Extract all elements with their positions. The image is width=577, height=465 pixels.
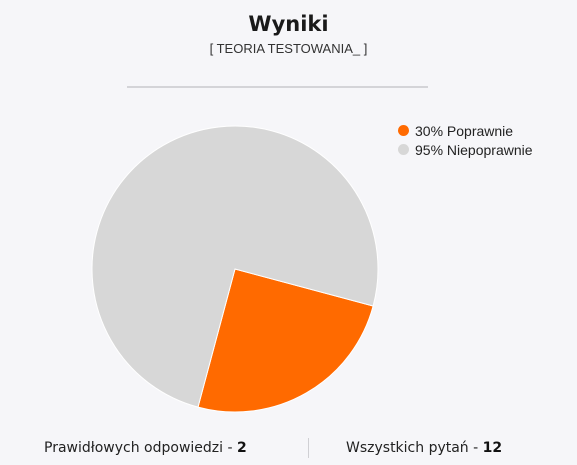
legend-item-correct[interactable]: 30% Poprawnie <box>398 121 533 140</box>
correct-answers-stat: Prawidłowych odpowiedzi - 2 <box>44 440 247 456</box>
pie-slices <box>91 125 379 413</box>
results-summary: Prawidłowych odpowiedzi - 2 Wszystkich p… <box>0 438 577 460</box>
legend-label-correct: 30% Poprawnie <box>415 122 514 139</box>
pie-chart <box>91 125 379 413</box>
total-questions-value: 12 <box>482 440 503 456</box>
legend-label-incorrect: 95% Niepoprawnie <box>415 141 533 158</box>
correct-answers-label: Prawidłowych odpowiedzi - <box>44 440 237 456</box>
total-questions-stat: Wszystkich pytań - 12 <box>346 440 502 456</box>
legend-swatch-correct <box>398 125 409 136</box>
correct-answers-value: 2 <box>237 440 247 456</box>
legend-swatch-incorrect <box>398 144 409 155</box>
footer-separator <box>308 438 309 458</box>
total-questions-label: Wszystkich pytań - <box>346 440 483 456</box>
chart-legend: 30% Poprawnie 95% Niepoprawnie <box>398 121 533 159</box>
legend-item-incorrect[interactable]: 95% Niepoprawnie <box>398 140 533 159</box>
